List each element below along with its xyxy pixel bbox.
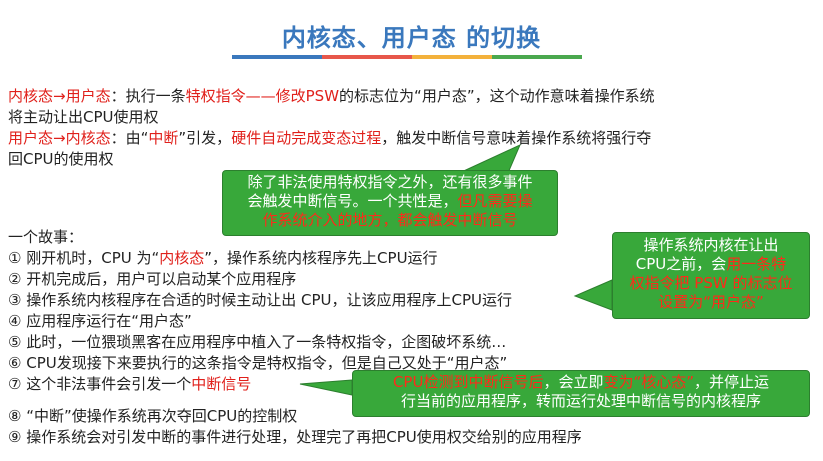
- callout3-highlight2: 变为“核心态”: [603, 373, 695, 391]
- kernel-mode-label: 内核态: [8, 87, 54, 105]
- user-mode-label: 用户态: [8, 129, 54, 147]
- story-item: ④ 应用程序运行在“用户态”: [8, 312, 192, 330]
- user-mode-label: 用户态: [65, 87, 111, 105]
- callout-kernel-yield: 操作系统内核在让出 CPU之前，会用一条特 权指令把 PSW 的标志位 设置为“…: [612, 232, 810, 319]
- hardware-switch-text: 硬件自动完成变态过程: [231, 129, 382, 147]
- arrow-icon: →: [53, 129, 66, 147]
- story-item: ⑨ 操作系统会对引发中断的事件进行处理，处理完了再把CPU使用权交给别的应用程序: [8, 428, 582, 446]
- arrow-icon: →: [53, 87, 66, 105]
- callout2-line3-highlight: 权指令把 PSW 的标志位: [629, 274, 793, 292]
- para1-rest: 的标志位为“用户态”，这个动作意味着操作系统: [339, 87, 655, 105]
- callout2-line4-highlight: 设置为“用户态”: [658, 293, 764, 311]
- para2-mid: ”引发，: [178, 129, 232, 147]
- user-to-kernel-paragraph: 用户态→内核态：由“中断”引发，硬件自动完成变态过程，触发中断信号意味着操作系统…: [8, 128, 651, 170]
- story-item: ② 开机完成后，用户可以启动某个应用程序: [8, 270, 297, 288]
- callout1-line2-highlight: 但凡需要操: [457, 192, 533, 210]
- callout3-highlight: CPU检测到中断信号后: [392, 373, 544, 391]
- dash-text: ——: [245, 87, 276, 105]
- callout-interrupt-detected: CPU检测到中断信号后，会立即变为“核心态”，并停止运 行当前的应用程序，转而运…: [352, 370, 810, 417]
- story-heading: 一个故事：: [8, 228, 84, 246]
- modify-psw-text: 修改PSW: [275, 87, 340, 105]
- story-item: ⑤ 此时，一位猥琐黑客在应用程序中植入了一条特权指令，企图破坏系统…: [8, 333, 507, 351]
- callout2-line1: 操作系统内核在让出: [643, 236, 779, 254]
- para2-text: ：由“: [110, 129, 149, 147]
- interrupt-text: 中断: [148, 129, 179, 147]
- para1-line2: 将主动让出CPU使用权: [8, 108, 159, 126]
- privileged-instruction-text: 特权指令: [185, 87, 246, 105]
- callout1-line1: 除了非法使用特权指令之外，还有很多事件: [247, 173, 533, 191]
- story-item: ① 刚开机时，CPU 为“内核态”，操作系统内核程序先上CPU运行: [8, 249, 438, 267]
- callout1-line2: 会触发中断信号。一个共性是，: [247, 192, 458, 210]
- callout3-line2: 行当前的应用程序，转而运行处理中断信号的内核程序: [400, 392, 761, 410]
- story-item: ③ 操作系统内核程序在合适的时候主动让出 CPU，让该应用程序上CPU运行: [8, 291, 512, 309]
- para2-rest: ，触发中断信号意味着操作系统将强行夺: [381, 129, 652, 147]
- para2-line2: 回CPU的使用权: [8, 150, 114, 168]
- callout2-line2: CPU之前，会: [635, 255, 727, 273]
- kernel-to-user-paragraph: 内核态→用户态：执行一条特权指令——修改PSW的标志位为“用户态”，这个动作意味…: [8, 86, 655, 128]
- callout2-line2-highlight: 用一条特: [726, 255, 787, 273]
- para1-text: ：执行一条: [110, 87, 186, 105]
- kernel-mode-label: 内核态: [65, 129, 111, 147]
